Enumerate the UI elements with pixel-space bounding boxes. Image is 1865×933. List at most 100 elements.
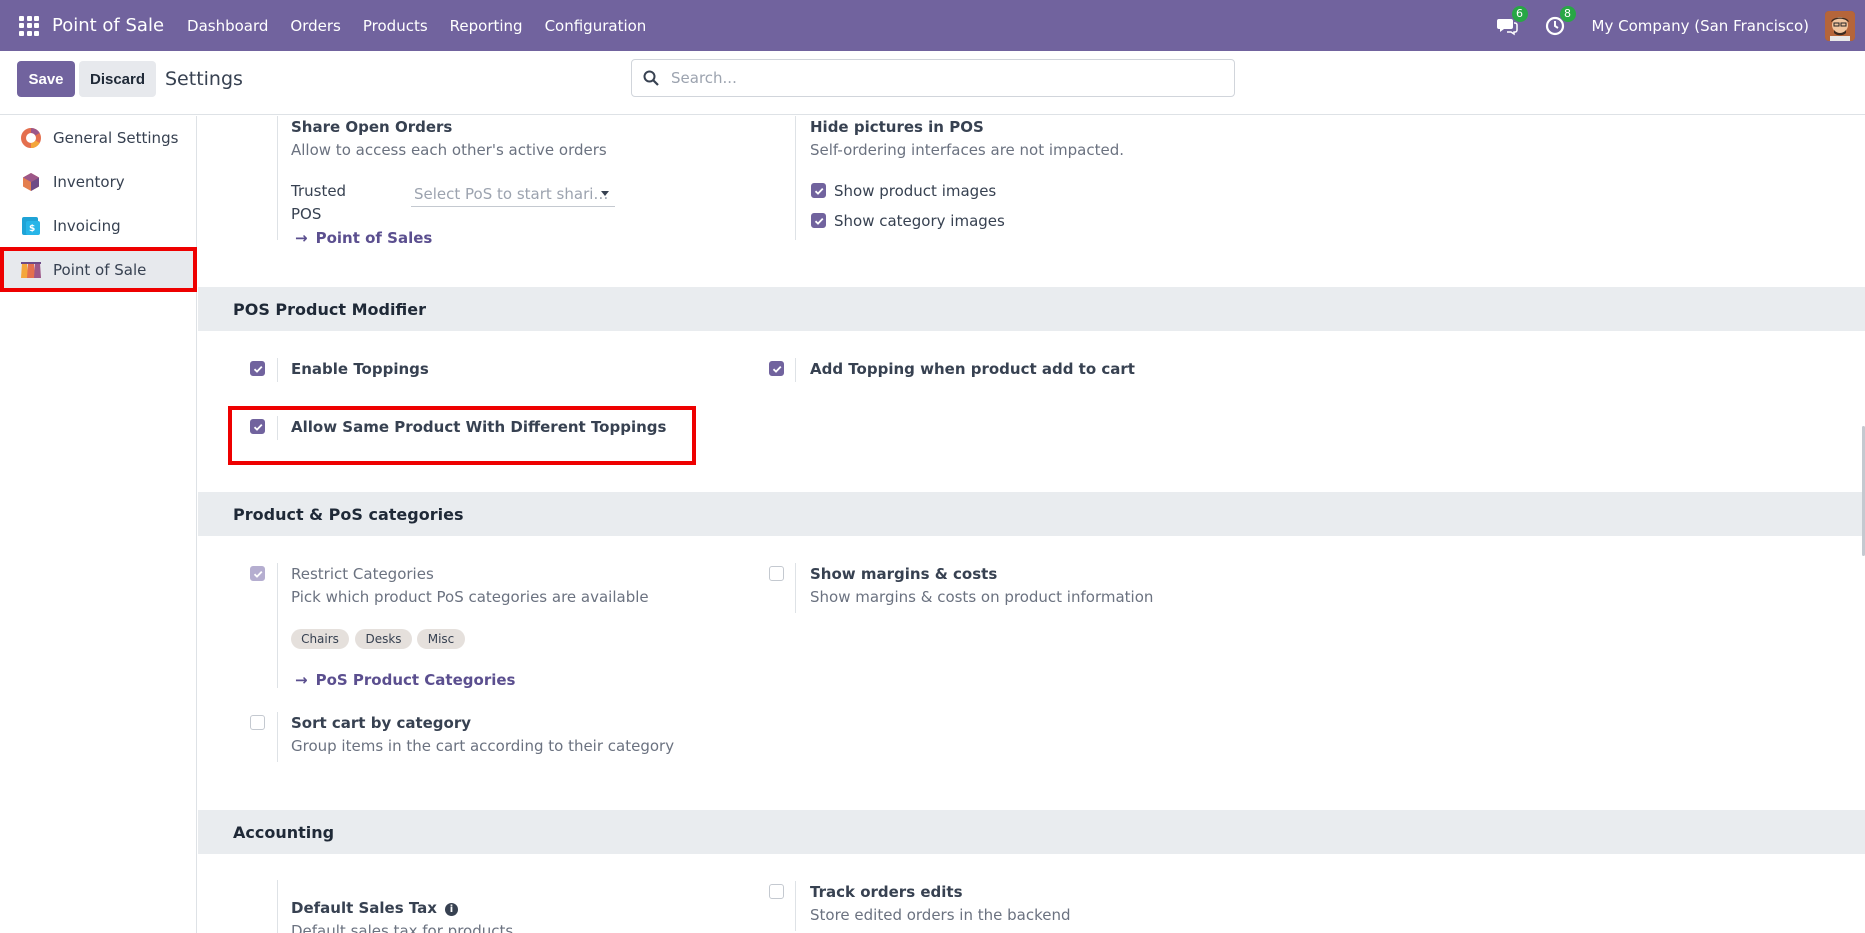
sidebar-item-general-settings[interactable]: General Settings [0, 116, 196, 160]
show-product-images-checkbox[interactable] [811, 183, 826, 198]
divider [277, 416, 278, 440]
enable-toppings-checkbox[interactable] [250, 361, 265, 376]
divider [277, 358, 278, 382]
sort-cart-checkbox[interactable] [250, 715, 265, 730]
nav-products[interactable]: Products [363, 17, 428, 35]
inventory-icon [20, 171, 42, 193]
messages-icon[interactable]: 6 [1496, 5, 1528, 37]
point-of-sale-icon [20, 259, 42, 281]
setting-hide-pictures: Hide pictures in POS Self-ordering inter… [810, 117, 1124, 161]
track-orders-checkbox[interactable] [769, 884, 784, 899]
trusted-pos-label-2: POS [291, 205, 322, 223]
setting-description: Store edited orders in the backend [810, 906, 1071, 924]
setting-title: Track orders edits [810, 883, 963, 901]
odoo-logo-icon [20, 127, 42, 149]
setting-restrict-categories: Restrict Categories Pick which product P… [291, 564, 649, 608]
restrict-categories-checkbox[interactable] [250, 566, 265, 581]
search-input[interactable] [671, 69, 1211, 87]
setting-title: Sort cart by category [291, 714, 472, 732]
setting-description: Allow to access each other's active orde… [291, 141, 607, 159]
navbar-systray: 6 8 My Company (San Francisco) [1496, 0, 1865, 51]
sidebar-item-point-of-sale[interactable]: Point of Sale [0, 248, 196, 292]
messages-badge: 6 [1511, 5, 1528, 22]
chevron-down-icon [601, 191, 609, 196]
setting-title: Share Open Orders [291, 118, 453, 136]
sidebar-item-label: Invoicing [53, 217, 121, 235]
divider [277, 116, 278, 240]
show-product-images-label: Show product images [834, 182, 997, 200]
select-placeholder: Select PoS to start shari… [414, 184, 609, 203]
section-header-product-categories: Product & PoS categories [198, 492, 1865, 536]
nav-reporting[interactable]: Reporting [450, 17, 523, 35]
discard-button[interactable]: Discard [79, 61, 156, 97]
section-header-pos-product-modifier: POS Product Modifier [198, 287, 1865, 331]
save-button[interactable]: Save [17, 61, 75, 97]
user-avatar[interactable] [1825, 10, 1855, 41]
allow-same-product-label: Allow Same Product With Different Toppin… [291, 418, 667, 436]
nav-dashboard[interactable]: Dashboard [187, 17, 268, 35]
setting-description: Default sales tax for products [291, 922, 514, 933]
trusted-pos-label: Trusted [291, 182, 347, 200]
info-icon[interactable]: i [444, 903, 458, 916]
point-of-sales-link[interactable]: → Point of Sales [295, 229, 432, 247]
search-icon [643, 70, 659, 86]
control-panel: Save Discard Settings [0, 51, 1865, 115]
divider [795, 881, 796, 931]
app-brand[interactable]: Point of Sale [52, 15, 164, 36]
company-switcher[interactable]: My Company (San Francisco) [1592, 17, 1809, 35]
page-title: Settings [165, 68, 243, 90]
setting-description: Self-ordering interfaces are not impacte… [810, 141, 1125, 159]
activities-badge: 8 [1559, 5, 1576, 22]
link-label: Point of Sales [315, 229, 433, 247]
category-tag[interactable]: Chairs [291, 629, 349, 649]
divider [795, 358, 796, 382]
nav-configuration[interactable]: Configuration [545, 17, 647, 35]
setting-description: Pick which product PoS categories are av… [291, 588, 649, 606]
setting-title: Show margins & costs [810, 565, 998, 583]
setting-track-orders: Track orders edits Store edited orders i… [810, 882, 1071, 926]
svg-text:$: $ [29, 224, 35, 234]
show-category-images-label: Show category images [834, 212, 1005, 230]
setting-sort-cart: Sort cart by category Group items in the… [291, 713, 674, 757]
top-navbar: Point of Sale Dashboard Orders Products … [0, 0, 1865, 51]
section-header-accounting: Accounting [198, 810, 1865, 854]
link-label: PoS Product Categories [315, 671, 516, 689]
nav-orders[interactable]: Orders [290, 17, 340, 35]
apps-menu-icon[interactable] [19, 15, 39, 36]
setting-share-open-orders: Share Open Orders Allow to access each o… [291, 117, 607, 161]
arrow-right-icon: → [295, 671, 308, 689]
add-topping-checkbox[interactable] [769, 361, 784, 376]
sidebar-item-invoicing[interactable]: $ Invoicing [0, 204, 196, 248]
sidebar-item-inventory[interactable]: Inventory [0, 160, 196, 204]
search-bar[interactable] [631, 59, 1235, 97]
title-text: Default Sales Tax [291, 899, 437, 917]
sidebar-item-label: General Settings [53, 129, 179, 147]
sidebar-item-label: Point of Sale [53, 261, 147, 279]
settings-sidebar: General Settings Inventory $ Invoicing P… [0, 116, 197, 933]
sidebar-item-label: Inventory [53, 173, 125, 191]
setting-title: Default Sales Tax i [291, 898, 513, 918]
setting-title: Restrict Categories [291, 565, 434, 583]
setting-show-margins: Show margins & costs Show margins & cost… [810, 564, 1153, 608]
setting-description: Group items in the cart according to the… [291, 737, 675, 755]
divider [277, 712, 278, 762]
divider [277, 880, 278, 933]
pos-product-categories-link[interactable]: → PoS Product Categories [295, 671, 515, 689]
setting-title: Hide pictures in POS [810, 118, 984, 136]
invoicing-icon: $ [20, 215, 42, 237]
allow-same-product-checkbox[interactable] [250, 419, 265, 434]
show-margins-checkbox[interactable] [769, 566, 784, 581]
setting-default-sales-tax: Default Sales Tax i Default sales tax for… [291, 898, 513, 933]
divider [795, 116, 796, 240]
category-tag[interactable]: Desks [355, 629, 412, 649]
setting-description: Show margins & costs on product informat… [810, 588, 1154, 606]
category-tag[interactable]: Misc [417, 629, 465, 649]
show-category-images-checkbox[interactable] [811, 213, 826, 228]
activities-icon[interactable]: 8 [1544, 5, 1576, 37]
trusted-pos-select[interactable]: Select PoS to start shari… [411, 181, 615, 207]
divider [277, 563, 278, 688]
settings-content: Share Open Orders Allow to access each o… [198, 116, 1865, 933]
divider [795, 563, 796, 613]
add-topping-label: Add Topping when product add to cart [810, 360, 1135, 378]
enable-toppings-label: Enable Toppings [291, 360, 429, 378]
